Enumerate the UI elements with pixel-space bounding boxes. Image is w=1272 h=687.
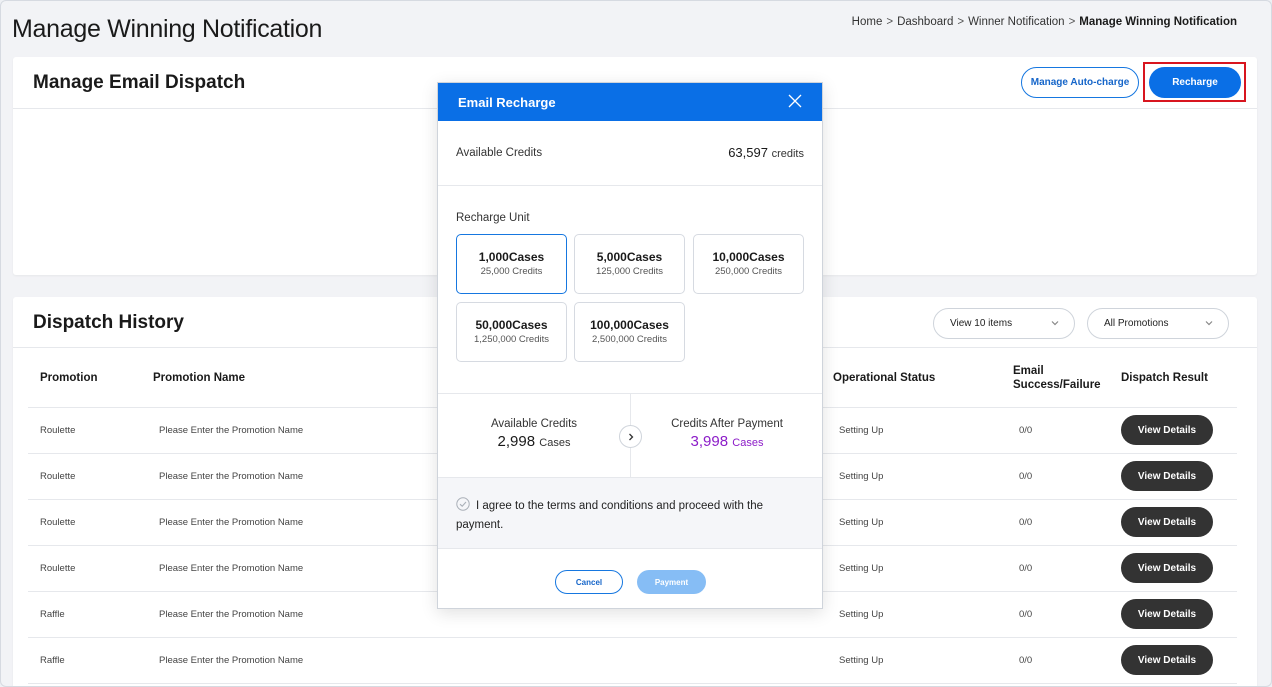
- breadcrumb-dashboard[interactable]: Dashboard: [897, 16, 953, 28]
- cell-status: Setting Up: [821, 591, 1001, 638]
- credits-summary-row: Available Credits 2,998 Cases Credits Af…: [438, 394, 822, 478]
- recharge-unit-label: Recharge Unit: [456, 212, 530, 224]
- available-credits-row: Available Credits 63,597 credits: [438, 121, 822, 186]
- available-credits-label: Available Credits: [456, 147, 543, 159]
- cell-email: 0/0: [1001, 453, 1109, 500]
- summary-after-payment: Credits After Payment 3,998 Cases: [631, 418, 823, 450]
- summary-after-number: 3,998: [690, 433, 729, 450]
- cancel-button[interactable]: Cancel: [555, 570, 623, 594]
- payment-button[interactable]: Payment: [637, 570, 706, 594]
- cell-promotion: Roulette: [28, 499, 141, 546]
- manage-auto-charge-button[interactable]: Manage Auto-charge: [1021, 67, 1139, 98]
- column-header-email-line2: Success/Failure: [1013, 378, 1101, 391]
- view-details-button[interactable]: View Details: [1121, 553, 1213, 583]
- page-title: Manage Winning Notification: [12, 15, 323, 43]
- cell-status: Setting Up: [821, 499, 1001, 546]
- recharge-unit-section: Recharge Unit 1,000Cases 25,000 Credits …: [438, 186, 822, 394]
- view-items-select[interactable]: View 10 items: [933, 308, 1075, 339]
- breadcrumb-current: Manage Winning Notification: [1079, 16, 1237, 28]
- cell-promotion: Roulette: [28, 453, 141, 500]
- recharge-unit-option[interactable]: 1,000Cases 25,000 Credits: [456, 234, 567, 294]
- cell-status: Setting Up: [821, 545, 1001, 592]
- column-header-operational-status: Operational Status: [821, 349, 1001, 408]
- terms-agreement-text: I agree to the terms and conditions and …: [456, 500, 764, 531]
- email-dispatch-title: Manage Email Dispatch: [33, 72, 246, 93]
- promotion-filter-value: All Promotions: [1104, 318, 1169, 329]
- unit-cases: 10,000Cases: [712, 250, 785, 264]
- breadcrumb-winner-notification[interactable]: Winner Notification: [968, 16, 1065, 28]
- view-details-button[interactable]: View Details: [1121, 645, 1213, 675]
- email-recharge-modal: Email Recharge Available Credits 63,597 …: [437, 82, 823, 609]
- view-details-button[interactable]: View Details: [1121, 415, 1213, 445]
- view-details-button[interactable]: View Details: [1121, 461, 1213, 491]
- unit-cases: 50,000Cases: [475, 318, 548, 332]
- cell-status: Setting Up: [821, 637, 1001, 684]
- breadcrumb-separator: >: [957, 16, 965, 28]
- cell-email: 0/0: [1001, 591, 1109, 638]
- column-header-email-line1: Email: [1013, 364, 1044, 377]
- cell-email: 0/0: [1001, 407, 1109, 454]
- dispatch-history-title: Dispatch History: [33, 312, 184, 333]
- unit-credits: 25,000 Credits: [480, 266, 543, 277]
- column-header-promotion: Promotion: [28, 349, 141, 408]
- breadcrumb-separator: >: [1068, 16, 1076, 28]
- cell-promotion-name: Please Enter the Promotion Name: [141, 637, 821, 684]
- summary-available-unit: Cases: [539, 437, 571, 449]
- modal-title: Email Recharge: [458, 95, 556, 110]
- recharge-highlight-box: [1143, 62, 1246, 102]
- breadcrumb-separator: >: [886, 16, 894, 28]
- available-credits-unit: credits: [771, 148, 804, 160]
- summary-after-unit: Cases: [732, 437, 764, 449]
- column-header-dispatch-result: Dispatch Result: [1109, 349, 1237, 408]
- view-details-button[interactable]: View Details: [1121, 507, 1213, 537]
- page-frame: Manage Winning Notification Home > Dashboa…: [0, 0, 1272, 687]
- summary-after-label: Credits After Payment: [671, 418, 783, 430]
- unit-credits: 125,000 Credits: [595, 266, 664, 277]
- summary-after-value: 3,998 Cases: [631, 433, 823, 450]
- recharge-unit-option[interactable]: 50,000Cases 1,250,000 Credits: [456, 302, 567, 362]
- unit-cases: 1,000Cases: [478, 250, 545, 264]
- breadcrumb: Home > Dashboard > Winner Notification > Manag…: [852, 16, 1237, 28]
- chevron-down-icon: [1205, 321, 1213, 326]
- terms-agreement-row[interactable]: I agree to the terms and conditions and …: [438, 478, 822, 549]
- summary-available-number: 2,998: [497, 433, 536, 450]
- recharge-unit-option[interactable]: 100,000Cases 2,500,000 Credits: [574, 302, 685, 362]
- unit-credits: 2,500,000 Credits: [592, 334, 667, 345]
- column-header-email: Email Success/Failure: [1001, 349, 1109, 408]
- cell-email: 0/0: [1001, 545, 1109, 592]
- cell-status: Setting Up: [821, 453, 1001, 500]
- close-icon[interactable]: [788, 94, 802, 108]
- promotion-filter-select[interactable]: All Promotions: [1087, 308, 1229, 339]
- summary-available-credits: Available Credits 2,998 Cases: [438, 418, 630, 450]
- unit-cases: 5,000Cases: [596, 250, 663, 264]
- unit-credits: 250,000 Credits: [714, 266, 783, 277]
- cell-promotion: Roulette: [28, 407, 141, 454]
- breadcrumb-home[interactable]: Home: [852, 16, 883, 28]
- recharge-unit-option[interactable]: 5,000Cases 125,000 Credits: [574, 234, 685, 294]
- summary-available-value: 2,998 Cases: [438, 433, 630, 450]
- view-items-value: View 10 items: [950, 318, 1013, 329]
- view-details-button[interactable]: View Details: [1121, 599, 1213, 629]
- unit-cases: 100,000Cases: [590, 318, 669, 332]
- summary-available-label: Available Credits: [490, 418, 578, 430]
- modal-footer: Cancel Payment: [438, 549, 822, 609]
- cell-email: 0/0: [1001, 637, 1109, 684]
- cell-promotion: Raffle: [28, 637, 141, 684]
- recharge-unit-option[interactable]: 10,000Cases 250,000 Credits: [693, 234, 804, 294]
- available-credits-value: 63,597 credits: [728, 145, 804, 160]
- cell-promotion: Raffle: [28, 591, 141, 638]
- cell-email: 0/0: [1001, 499, 1109, 546]
- table-row: Raffle Please Enter the Promotion Name S…: [28, 637, 1237, 684]
- available-credits-number: 63,597: [728, 145, 768, 160]
- cell-promotion: Roulette: [28, 545, 141, 592]
- unit-credits: 1,250,000 Credits: [474, 334, 549, 345]
- cell-status: Setting Up: [821, 407, 1001, 454]
- chevron-down-icon: [1051, 321, 1059, 326]
- modal-header: Email Recharge: [438, 83, 822, 121]
